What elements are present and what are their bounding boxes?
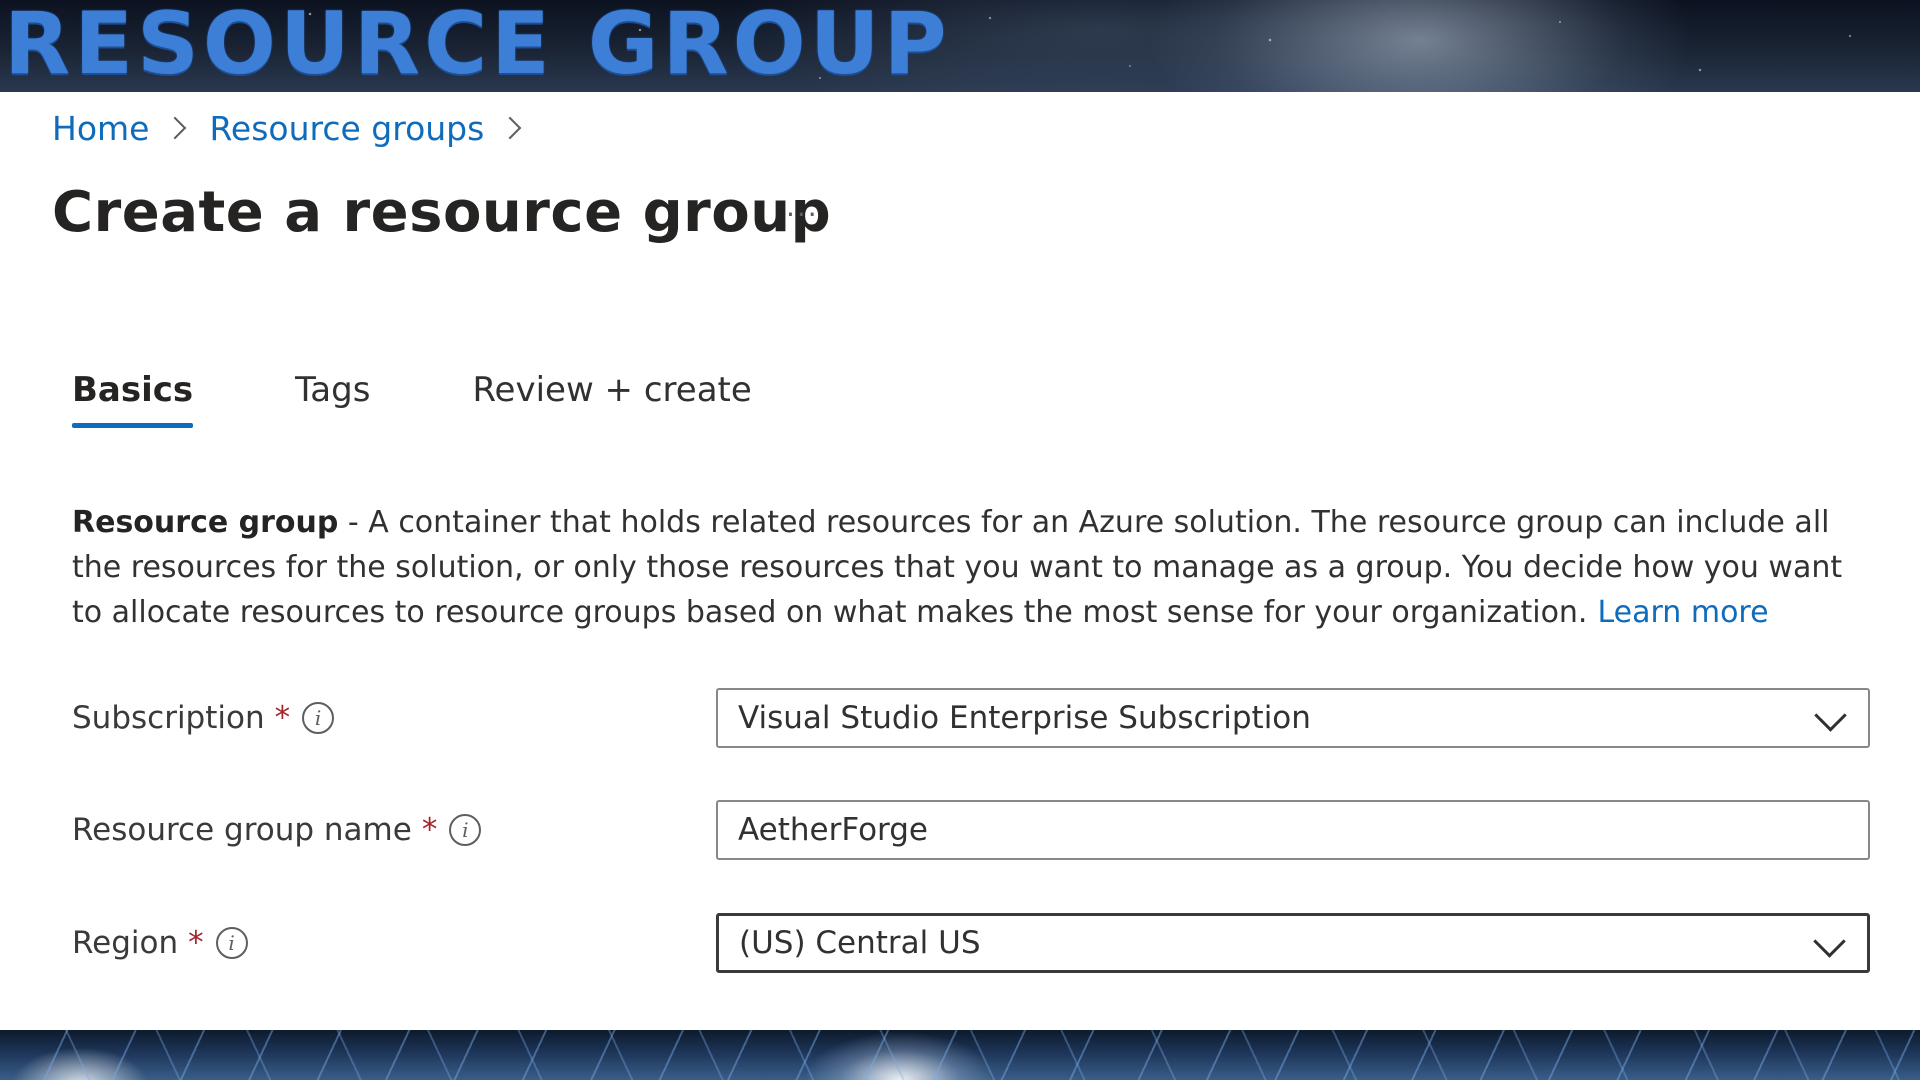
required-marker: * xyxy=(274,700,291,736)
description-term: Resource group xyxy=(72,505,339,540)
subscription-label: Subscription * i xyxy=(72,700,335,736)
tab-basics[interactable]: Basics xyxy=(72,370,194,428)
chevron-down-icon xyxy=(1813,925,1846,958)
resource-group-description: Resource group - A container that holds … xyxy=(72,500,1852,635)
network-grid-decoration xyxy=(0,1030,1920,1080)
earth-banner xyxy=(0,1030,1920,1080)
region-label-text: Region xyxy=(72,925,179,961)
resource-group-name-label-text: Resource group name xyxy=(72,812,412,848)
subscription-value: Visual Studio Enterprise Subscription xyxy=(738,700,1311,736)
chevron-right-icon xyxy=(164,116,187,140)
top-banner: RESOURCE GROUP xyxy=(0,0,1920,92)
breadcrumb-resource-groups[interactable]: Resource groups xyxy=(209,109,484,148)
region-value: (US) Central US xyxy=(739,925,981,961)
description-text: - A container that holds related resourc… xyxy=(72,505,1843,630)
region-row: Region * i (US) Central US xyxy=(72,913,1872,977)
chevron-down-icon xyxy=(1814,699,1847,732)
info-icon[interactable]: i xyxy=(449,814,482,846)
resource-group-name-input[interactable] xyxy=(716,800,1870,860)
info-icon[interactable]: i xyxy=(215,927,248,959)
breadcrumb-home[interactable]: Home xyxy=(52,109,149,148)
subscription-dropdown[interactable]: Visual Studio Enterprise Subscription xyxy=(716,688,1870,748)
resource-group-name-label: Resource group name * i xyxy=(72,812,482,848)
tab-tags[interactable]: Tags xyxy=(295,370,370,428)
region-dropdown[interactable]: (US) Central US xyxy=(716,913,1870,973)
chevron-right-icon xyxy=(499,116,522,140)
resource-group-name-row: Resource group name * i xyxy=(72,800,1872,864)
subscription-row: Subscription * i Visual Studio Enterpris… xyxy=(72,688,1872,752)
region-label: Region * i xyxy=(72,925,248,961)
required-marker: * xyxy=(188,925,204,961)
tab-bar: Basics Tags Review + create xyxy=(72,370,854,428)
required-marker: * xyxy=(421,812,438,848)
more-options-button[interactable]: ··· xyxy=(786,198,819,231)
banner-title: RESOURCE GROUP xyxy=(4,0,951,92)
tab-review-create[interactable]: Review + create xyxy=(472,370,751,428)
learn-more-link[interactable]: Learn more xyxy=(1597,595,1768,630)
subscription-label-text: Subscription xyxy=(72,700,265,736)
info-icon[interactable]: i xyxy=(302,702,335,734)
page-title: Create a resource group xyxy=(52,180,832,245)
breadcrumb: Home Resource groups xyxy=(52,106,526,150)
